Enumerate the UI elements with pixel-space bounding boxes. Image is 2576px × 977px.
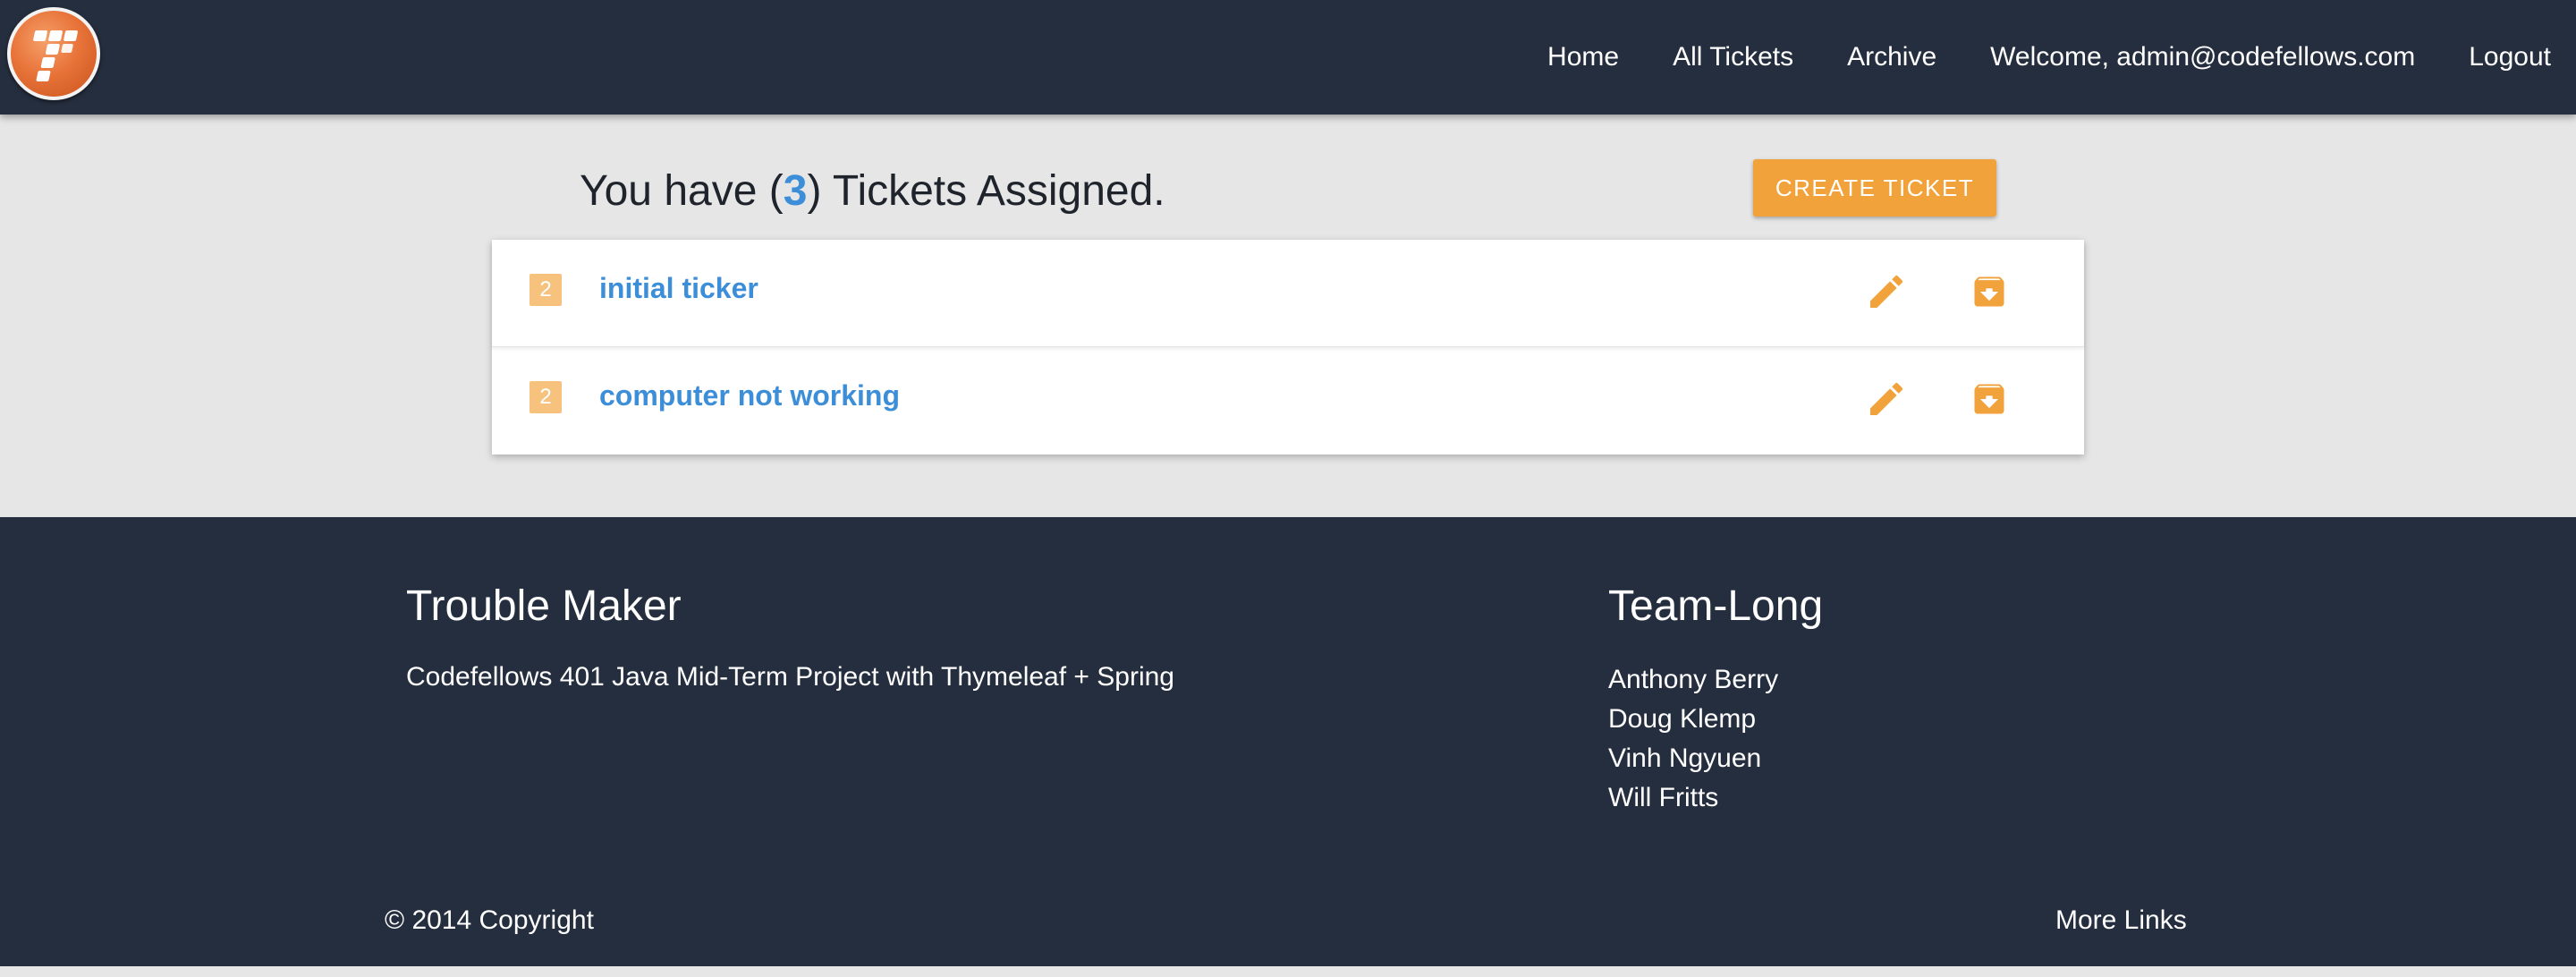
footer-copyright: © 2014 Copyright [385, 905, 594, 935]
heading-prefix: You have ( [580, 167, 784, 215]
logo-icon [33, 30, 78, 81]
team-member: Will Fritts [1608, 783, 1719, 812]
heading-suffix: ) Tickets Assigned. [807, 167, 1165, 215]
pencil-icon[interactable] [1865, 270, 1908, 313]
create-ticket-button[interactable]: CREATE TICKET [1753, 159, 1996, 217]
nav-links: Home All Tickets Archive Welcome, admin@… [1494, 0, 2551, 115]
page-bottom-strip [0, 966, 2576, 977]
nav-archive-link[interactable]: Archive [1847, 42, 1936, 72]
ticket-list: 2 initial ticker 2 computer not working [492, 240, 2084, 455]
footer-more-links[interactable]: More Links [2055, 905, 2187, 936]
team-member: Vinh Ngyuen [1608, 743, 1762, 773]
ticket-priority-badge: 2 [530, 381, 562, 413]
nav-logout-link[interactable]: Logout [2469, 42, 2551, 72]
team-member-list: Anthony Berry Doug Klemp Vinh Ngyuen Wil… [1608, 660, 1778, 818]
ticket-row: 2 initial ticker [492, 240, 2084, 347]
footer-team-title: Team-Long [1608, 582, 1824, 630]
tickets-assigned-heading: You have (3) Tickets Assigned. [580, 166, 1165, 216]
nav-welcome-user[interactable]: Welcome, admin@codefellows.com [1990, 42, 2415, 72]
archive-icon[interactable] [1970, 379, 2009, 419]
ticket-priority-badge: 2 [530, 274, 562, 306]
app-logo[interactable] [7, 7, 100, 100]
nav-home-link[interactable]: Home [1547, 42, 1619, 72]
archive-icon[interactable] [1970, 272, 2009, 311]
ticket-title-link[interactable]: computer not working [599, 379, 900, 412]
ticket-title-link[interactable]: initial ticker [599, 272, 758, 305]
main-content: You have (3) Tickets Assigned. CREATE TI… [0, 115, 2576, 517]
ticket-count: 3 [783, 167, 808, 215]
nav-all-tickets-link[interactable]: All Tickets [1673, 42, 1793, 72]
pencil-icon[interactable] [1865, 378, 1908, 421]
footer-project-title: Trouble Maker [406, 582, 682, 630]
top-navbar: Home All Tickets Archive Welcome, admin@… [0, 0, 2576, 115]
page-footer: Trouble Maker Codefellows 401 Java Mid-T… [0, 517, 2576, 966]
team-member: Doug Klemp [1608, 704, 1757, 734]
footer-project-description: Codefellows 401 Java Mid-Term Project wi… [406, 662, 1174, 692]
team-member: Anthony Berry [1608, 665, 1779, 694]
ticket-row: 2 computer not working [492, 347, 2084, 455]
